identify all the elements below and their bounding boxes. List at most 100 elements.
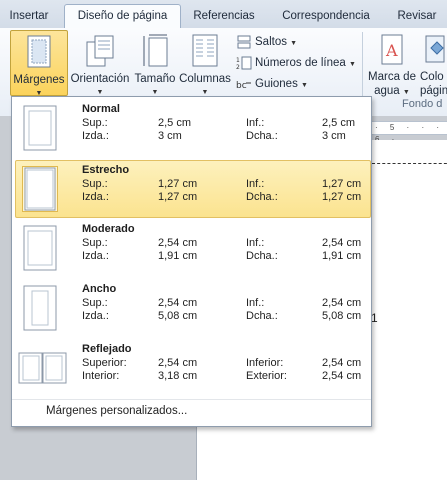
breaks-icon bbox=[237, 35, 251, 49]
margin-option-ancho[interactable]: Ancho Sup.: 2,54 cm Inf.: 2,54 cm Izda.:… bbox=[12, 279, 371, 337]
ribbon-tab-bar: Insertar Diseño de página Referencias Co… bbox=[0, 0, 447, 29]
svg-text:bc: bc bbox=[236, 81, 247, 91]
chevron-down-icon: ▼ bbox=[290, 40, 298, 47]
label-bottom: Inf.: bbox=[246, 117, 265, 129]
line-numbers-icon: 12 bbox=[236, 56, 252, 71]
value-inside: 3,18 cm bbox=[158, 370, 198, 382]
margin-preview-moderate-icon bbox=[23, 225, 57, 271]
margin-option-name: Reflejado bbox=[82, 343, 132, 355]
paint-bucket-icon bbox=[425, 35, 445, 63]
document-text: 1 bbox=[371, 311, 378, 325]
label-inside: Interior: bbox=[82, 370, 120, 382]
label-right: Dcha.: bbox=[246, 191, 278, 203]
label-bottom: Inf.: bbox=[246, 237, 265, 249]
chevron-down-icon: ▼ bbox=[348, 61, 356, 68]
hyphenation-icon: bc bbox=[236, 81, 251, 91]
size-label: Tamaño bbox=[134, 73, 176, 85]
columns-icon bbox=[192, 34, 218, 67]
label-right: Dcha.: bbox=[246, 250, 278, 262]
value-right: 3 cm bbox=[322, 130, 346, 142]
label-outside: Exterior: bbox=[246, 370, 287, 382]
breaks-label: Saltos bbox=[255, 36, 287, 48]
margin-option-name: Ancho bbox=[82, 283, 117, 295]
svg-text:A: A bbox=[385, 41, 398, 60]
line-numbers-button[interactable]: 1 2 Números de línea ▼ bbox=[236, 53, 356, 73]
tab-referencias[interactable]: Referencias bbox=[188, 6, 260, 26]
value-bottom: 2,54 cm bbox=[322, 237, 362, 249]
label-top: Sup.: bbox=[82, 297, 108, 309]
orientation-icon bbox=[86, 35, 114, 67]
margin-option-name: Normal bbox=[82, 103, 120, 115]
watermark-label-1: Marca de bbox=[368, 71, 416, 83]
horizontal-ruler[interactable]: · 5 · · · 6 · bbox=[368, 121, 447, 144]
margins-label: Márgenes bbox=[13, 74, 65, 86]
label-left: Izda.: bbox=[82, 310, 109, 322]
tab-revisar[interactable]: Revisar bbox=[392, 6, 442, 26]
margins-dropdown-menu: Normal Sup.: 2,5 cm Inf.: 2,5 cm Izda.: … bbox=[11, 96, 372, 427]
label-left: Izda.: bbox=[82, 250, 109, 262]
hyphenation-label: Guiones bbox=[255, 78, 298, 90]
value-right: 5,08 cm bbox=[322, 310, 362, 322]
value-bottom: 2,54 cm bbox=[322, 297, 362, 309]
tab-correspondencia[interactable]: Correspondencia bbox=[276, 6, 376, 26]
label-right: Dcha.: bbox=[246, 130, 278, 142]
svg-text:1: 1 bbox=[236, 57, 240, 64]
page-color-label-1: Colo bbox=[420, 71, 444, 83]
columns-button[interactable]: Columnas ▼ bbox=[178, 30, 232, 96]
size-button[interactable]: Tamaño ▼ bbox=[134, 30, 176, 96]
page-color-button[interactable]: Colo págin bbox=[420, 30, 447, 97]
label-left: Izda.: bbox=[82, 130, 109, 142]
margin-option-reflejado[interactable]: Reflejado Superior: 2,54 cm Inferior: 2,… bbox=[12, 339, 371, 397]
value-left: 1,91 cm bbox=[158, 250, 198, 262]
tab-diseno-de-pagina[interactable]: Diseño de página bbox=[64, 4, 181, 29]
page-color-label-2: págin bbox=[420, 85, 447, 97]
value-right: 1,27 cm bbox=[322, 191, 362, 203]
label-right: Dcha.: bbox=[246, 310, 278, 322]
label-top: Sup.: bbox=[82, 117, 108, 129]
line-numbers-label: Números de línea bbox=[255, 57, 346, 69]
label-bottom: Inf.: bbox=[246, 297, 265, 309]
margin-guide-line bbox=[372, 163, 447, 164]
value-top: 2,54 cm bbox=[158, 297, 198, 309]
chevron-down-icon: ▼ bbox=[301, 82, 308, 89]
watermark-icon: A bbox=[381, 34, 403, 65]
value-right: 1,91 cm bbox=[322, 250, 362, 262]
value-top: 2,5 cm bbox=[158, 117, 192, 129]
watermark-button[interactable]: A Marca de agua ▼ bbox=[366, 30, 418, 97]
page-background-group-label: Fondo d bbox=[402, 98, 443, 110]
custom-margins-menu-item[interactable]: Márgenes personalizados... bbox=[46, 405, 187, 417]
page-size-icon bbox=[143, 34, 168, 67]
svg-text:2: 2 bbox=[236, 64, 240, 70]
breaks-button[interactable]: Saltos ▼ bbox=[236, 32, 297, 52]
margins-icon bbox=[27, 35, 51, 68]
columns-label: Columnas bbox=[179, 73, 231, 85]
value-top: 2,54 cm bbox=[158, 237, 198, 249]
value-bottom: 2,54 cm bbox=[322, 357, 362, 369]
margin-option-normal[interactable]: Normal Sup.: 2,5 cm Inf.: 2,5 cm Izda.: … bbox=[12, 99, 371, 157]
margin-option-moderado[interactable]: Moderado Sup.: 2,54 cm Inf.: 2,54 cm Izd… bbox=[12, 219, 371, 277]
margin-option-estrecho[interactable]: Estrecho Sup.: 1,27 cm Inf.: 1,27 cm Izd… bbox=[12, 160, 371, 218]
label-top: Sup.: bbox=[82, 237, 108, 249]
margin-preview-mirrored-icon bbox=[18, 352, 67, 384]
margin-preview-narrow-icon bbox=[22, 166, 58, 212]
margins-button[interactable]: Márgenes ▼ bbox=[10, 30, 68, 97]
label-top: Superior: bbox=[82, 357, 127, 369]
value-left: 5,08 cm bbox=[158, 310, 198, 322]
orientation-button[interactable]: Orientación ▼ bbox=[68, 30, 132, 96]
margin-preview-wide-icon bbox=[23, 285, 57, 331]
orientation-label: Orientación bbox=[70, 73, 130, 85]
label-top: Sup.: bbox=[82, 178, 108, 190]
label-bottom: Inf.: bbox=[246, 178, 265, 190]
margin-option-name: Moderado bbox=[82, 223, 135, 235]
value-bottom: 1,27 cm bbox=[322, 178, 362, 190]
margin-preview-normal-icon bbox=[23, 105, 57, 151]
value-left: 3 cm bbox=[158, 130, 182, 142]
value-top: 2,54 cm bbox=[158, 357, 198, 369]
tab-insertar[interactable]: Insertar bbox=[4, 6, 54, 26]
value-top: 1,27 cm bbox=[158, 178, 198, 190]
value-outside: 2,54 cm bbox=[322, 370, 362, 382]
margin-option-name: Estrecho bbox=[82, 164, 130, 176]
hyphenation-button[interactable]: bc Guiones ▼ bbox=[236, 74, 308, 94]
label-bottom: Inferior: bbox=[246, 357, 284, 369]
value-bottom: 2,5 cm bbox=[322, 117, 356, 129]
